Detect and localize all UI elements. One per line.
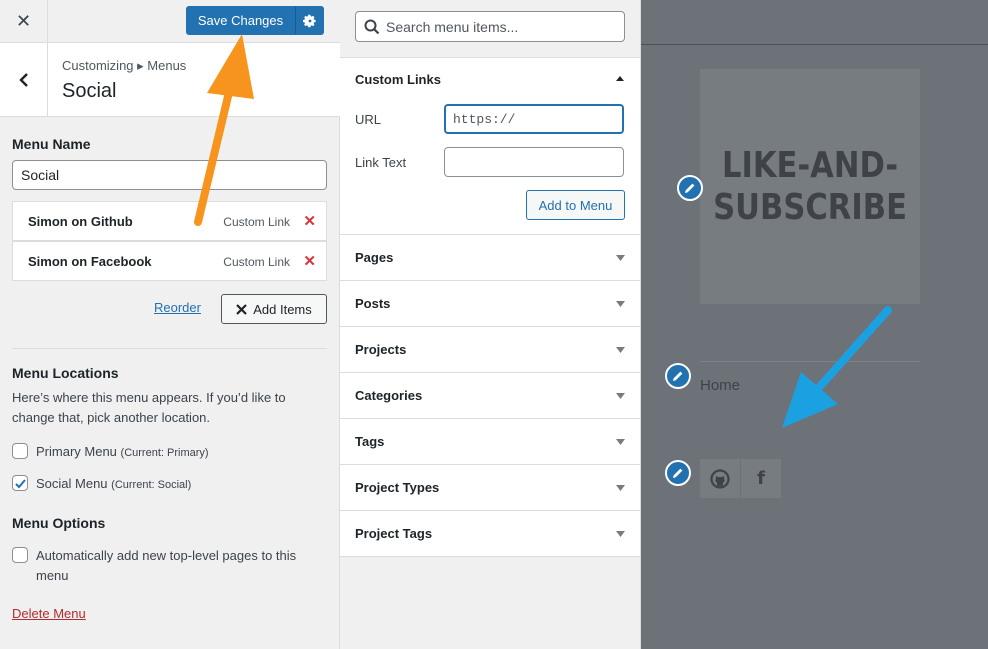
edit-shortcut-logo[interactable] [677,175,703,201]
accordion-tags[interactable]: Tags [340,419,640,465]
accordion-project-tags[interactable]: Project Tags [340,511,640,557]
custom-links-section: Custom Links URL Link Text Add to Menu [340,57,640,235]
menu-locations-description: Here’s where this menu appears. If you’d… [12,390,286,425]
accordion-title: Projects [355,342,407,357]
primary-menu-checkbox[interactable] [12,443,28,459]
publish-settings-button[interactable] [295,6,324,35]
close-customizer-button[interactable]: ✕ [0,0,48,42]
social-facebook-link[interactable]: f [741,459,781,498]
chevron-left-icon [18,72,28,87]
gear-icon [302,14,316,27]
customizer-header: ✕ Save Changes [0,0,340,43]
menu-item-type: Custom Link [223,255,290,269]
delete-menu-link[interactable]: Delete Menu [12,606,86,621]
location-label: Social Menu [36,476,108,491]
remove-item-icon[interactable]: ✕ [303,212,316,230]
link-text-input[interactable] [444,147,624,177]
reorder-link[interactable]: Reorder [154,300,201,315]
checkmark-icon [14,478,26,488]
caret-up-icon[interactable] [615,75,625,82]
caret-down-icon [616,393,625,399]
add-to-menu-button[interactable]: Add to Menu [526,190,625,220]
site-preview: LIKE-AND- SUBSCRIBE Home f [641,0,988,649]
back-button[interactable] [0,43,48,116]
pencil-icon [673,371,683,381]
menu-item-title: Simon on Facebook [28,254,152,269]
logo-line: LIKE-AND- [721,144,899,186]
divider [641,44,988,45]
menu-name-label: Menu Name [12,136,91,152]
accordion-pages[interactable]: Pages [340,235,640,281]
facebook-icon: f [757,468,765,489]
accordion-projects[interactable]: Projects [340,327,640,373]
menu-item-title: Simon on Github [28,214,133,229]
divider [12,348,327,349]
pencil-icon [685,183,695,193]
accordion-categories[interactable]: Categories [340,373,640,419]
caret-down-icon [616,485,625,491]
edit-shortcut-social-menu[interactable] [665,460,691,486]
location-primary-row: Primary Menu (Current: Primary) [12,442,209,463]
location-social-row: Social Menu (Current: Social) [12,474,191,495]
breadcrumb: Customizing ▸ Menus [62,58,187,73]
add-items-button[interactable]: Add Items [221,294,327,324]
site-logo[interactable]: LIKE-AND- SUBSCRIBE [700,69,920,304]
edit-shortcut-primary-menu[interactable] [665,363,691,389]
location-label: Primary Menu [36,444,117,459]
caret-down-icon [616,531,625,537]
social-menu-checkbox[interactable] [12,475,28,491]
customizer-sidebar: ✕ Save Changes Customizing ▸ Menus Socia… [0,0,340,649]
divider [700,361,920,362]
url-label: URL [355,112,382,127]
search-menu-items-input[interactable] [386,12,622,41]
menu-locations-heading: Menu Locations [12,365,119,381]
pencil-icon [673,468,683,478]
menu-item[interactable]: Simon on Github Custom Link ✕ [12,201,327,241]
menu-name-input[interactable] [12,160,327,190]
auto-add-row: Automatically add new top-level pages to… [12,546,327,586]
nav-home-link[interactable]: Home [700,377,740,394]
accordion-title: Posts [355,296,391,311]
accordion-title: Tags [355,434,385,449]
caret-down-icon [616,347,625,353]
auto-add-label: Automatically add new top-level pages to… [36,548,297,583]
search-icon [364,19,380,35]
location-current: (Current: Social) [111,479,192,491]
menu-item[interactable]: Simon on Facebook Custom Link ✕ [12,241,327,281]
page-title: Social [62,80,117,102]
menu-options-heading: Menu Options [12,515,106,531]
menu-item-type: Custom Link [223,215,290,229]
logo-line: SUBSCRIBE [713,186,907,228]
caret-down-icon [616,439,625,445]
link-text-label: Link Text [355,155,407,170]
add-menu-items-panel: Custom Links URL Link Text Add to Menu P… [340,0,641,649]
accordion-title: Project Tags [355,526,433,541]
url-input[interactable] [444,104,624,134]
location-current: (Current: Primary) [120,447,209,459]
section-header: Customizing ▸ Menus Social [0,43,340,117]
add-items-label: Add Items [253,301,312,317]
save-changes-button[interactable]: Save Changes [186,6,295,35]
close-icon [236,303,248,315]
caret-down-icon [616,255,625,261]
accordion-project-types[interactable]: Project Types [340,465,640,511]
github-icon [710,468,730,489]
custom-links-title[interactable]: Custom Links [355,72,441,87]
accordion-title: Pages [355,250,394,265]
search-box [355,11,625,42]
accordion-title: Project Types [355,480,440,495]
caret-down-icon [616,301,625,307]
social-github-link[interactable] [700,459,740,498]
accordion-title: Categories [355,388,423,403]
auto-add-pages-checkbox[interactable] [12,547,28,563]
close-icon: ✕ [15,10,32,31]
remove-item-icon[interactable]: ✕ [303,252,316,270]
accordion-posts[interactable]: Posts [340,281,640,327]
